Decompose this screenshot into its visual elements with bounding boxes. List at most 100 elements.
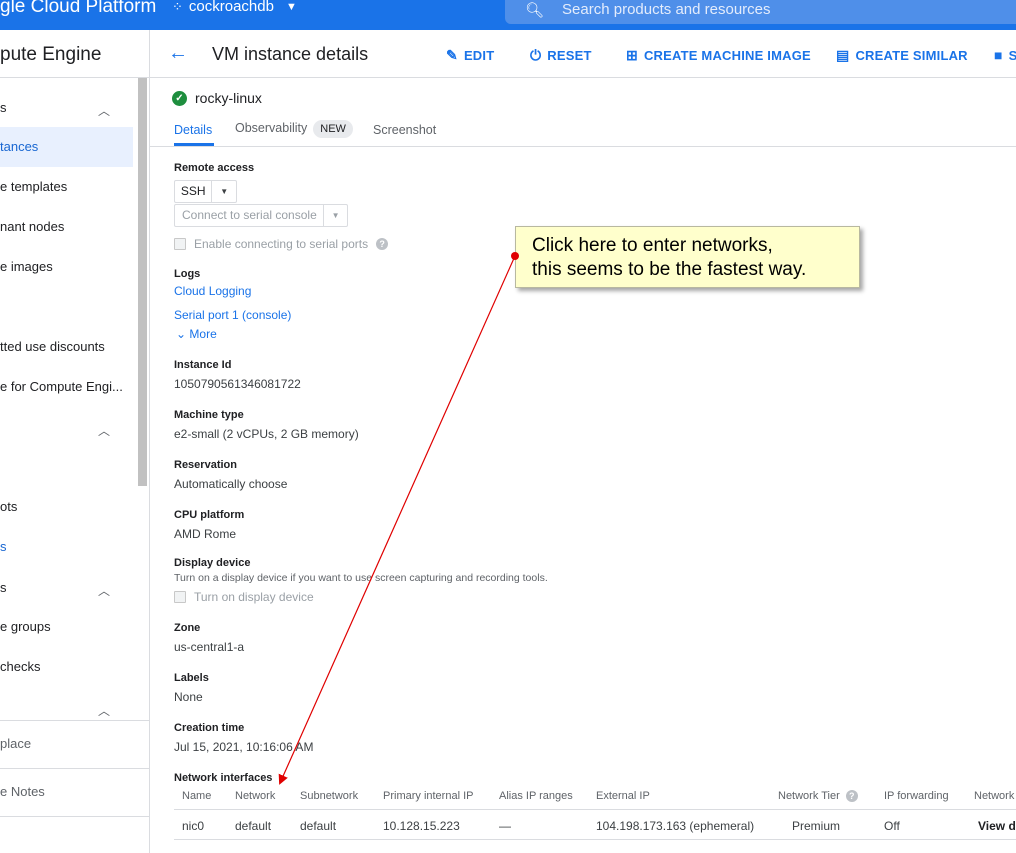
annotation-line-2: this seems to be the fastest way. [532,259,807,280]
divider [0,768,149,769]
checkbox[interactable] [174,238,186,250]
divider [0,816,149,817]
col-subnetwork: Subnetwork [300,790,359,802]
brand-title[interactable]: gle Cloud Platform [0,0,156,18]
more-toggle[interactable]: ⌄ More [176,327,217,341]
remote-access-label: Remote access [174,162,255,174]
sidebar-item-instance-templates[interactable]: e templates [0,167,133,207]
sidebar-section-vms[interactable]: s [0,88,133,128]
help-icon[interactable]: ? [845,790,858,802]
action-bar: ← VM instance details ✎ EDIT ⏻ RESET ⊞ CREA… [150,30,1016,78]
instance-id-label: Instance Id [174,359,232,371]
ssh-button[interactable]: SSH ▼ [174,180,237,203]
cell-network-tier: Premium [792,819,841,833]
sidebar-scrollbar[interactable] [138,78,147,486]
checkbox[interactable] [174,591,186,603]
tab-indicator [174,143,214,146]
sidebar-item-migrate[interactable]: e for Compute Engi... [0,367,133,407]
power-icon: ⏻ [530,47,542,63]
main-content: ✓ rocky-linux Details Observability NEW S… [150,78,1016,853]
labels-value: None [174,690,203,704]
create-machine-image-button[interactable]: ⊞ CREATE MACHINE IMAGE [626,47,811,64]
zone-value: us-central1-a [174,640,245,654]
sidebar-item-release-notes[interactable]: e Notes [0,772,133,812]
serial-console-button[interactable]: Connect to serial console ▼ [174,204,348,227]
reset-button[interactable]: ⏻ RESET [530,47,592,64]
sidebar-item-committed-use-discounts[interactable]: tted use discounts [0,327,133,367]
sidebar-item-marketplace[interactable]: place [0,724,133,764]
sidebar-item-machine-images[interactable]: e images [0,247,133,287]
cell-network: default [235,819,272,833]
network-table-header: Name Network Subnetwork Primary internal… [174,782,1016,810]
stop-button[interactable]: ■ S [994,47,1016,63]
col-primary-ip: Primary internal IP [383,790,474,802]
search-input[interactable]: 🔍︎ Search products and resources [505,0,1016,24]
sidebar: pute Engine s ︿ tances e templates nant … [0,30,150,853]
view-details-link[interactable]: View de [978,819,1016,833]
search-icon: 🔍︎ [525,2,545,19]
project-name: cockroachdb [188,0,274,15]
col-network-tier: Network Tier? [778,790,858,802]
caret-down-icon[interactable]: ▼ [212,181,236,202]
serial-console-label[interactable]: Connect to serial console [175,205,325,226]
sidebar-title: pute Engine [0,44,102,65]
chevron-down-icon: ▼ [285,0,297,13]
edit-button[interactable]: ✎ EDIT [446,47,494,64]
caret-down-icon[interactable]: ▼ [324,205,347,226]
col-alias-ip: Alias IP ranges [499,790,573,802]
col-ip-forwarding: IP forwarding [884,790,949,802]
cell-ip-forwarding: Off [884,819,900,833]
col-external-ip: External IP [596,790,650,802]
annotation-callout: Click here to enter networks, this seems… [515,226,860,288]
display-device-label: Display device [174,557,251,569]
cell-alias-ip: — [499,819,511,833]
new-badge: NEW [313,120,353,138]
add-box-icon: ⊞ [626,47,638,63]
project-selector[interactable]: ⁘ cockroachdb ▼ [172,0,297,15]
annotation-line-1: Click here to enter networks, [532,235,773,256]
expand-icon: ⌄ [176,327,187,341]
sidebar-item-vm-instances[interactable]: tances [0,127,133,167]
display-device-hint: Turn on a display device if you want to … [174,572,548,584]
top-bar: gle Cloud Platform ⁘ cockroachdb ▼ 🔍︎ Se… [0,0,1016,30]
labels-label: Labels [174,672,209,684]
sidebar-item-health-checks[interactable]: checks [0,647,133,687]
help-icon[interactable]: ? [376,238,389,250]
divider [0,77,149,78]
sidebar-section-instance-groups[interactable]: s [0,568,133,608]
cell-subnetwork: default [300,819,337,833]
create-similar-button[interactable]: ▤ CREATE SIMILAR [836,47,968,64]
chevron-up-icon[interactable]: ︿ [98,702,110,719]
tab-observability[interactable]: Observability NEW [235,120,353,138]
sidebar-item-sole-tenant-nodes[interactable]: nant nodes [0,207,133,247]
chevron-up-icon[interactable]: ︿ [98,102,110,119]
serial-port-link[interactable]: Serial port 1 (console) [174,308,291,322]
creation-time-value: Jul 15, 2021, 10:16:06 AM [174,740,314,754]
sidebar-item-images[interactable]: s [0,527,133,567]
tab-details[interactable]: Details [174,123,212,137]
cloud-logging-link[interactable]: Cloud Logging [174,284,251,298]
copy-icon: ▤ [836,47,850,63]
chevron-up-icon[interactable]: ︿ [98,582,110,599]
divider [0,720,149,721]
enable-serial-label: Enable connecting to serial ports [194,237,369,251]
sidebar-item-snapshots[interactable]: ots [0,487,133,527]
enable-serial-checkbox[interactable]: Enable connecting to serial ports ? [174,237,389,251]
cell-external-ip: 104.198.173.163 (ephemeral) [596,819,755,833]
check-circle-icon: ✓ [172,90,187,106]
cpu-platform-label: CPU platform [174,509,245,521]
pencil-icon: ✎ [446,47,458,63]
display-device-checkbox[interactable]: Turn on display device [174,590,314,604]
logs-label: Logs [174,268,201,280]
creation-time-label: Creation time [174,722,245,734]
page-title: VM instance details [212,44,369,64]
sidebar-item-instance-groups[interactable]: e groups [0,607,133,647]
instance-header: ✓ rocky-linux [172,90,262,106]
search-placeholder: Search products and resources [562,1,771,18]
ssh-label[interactable]: SSH [175,181,213,202]
chevron-up-icon[interactable]: ︿ [98,422,110,439]
tab-screenshot[interactable]: Screenshot [373,123,436,137]
machine-type-value: e2-small (2 vCPUs, 2 GB memory) [174,427,359,441]
back-arrow-icon[interactable]: ← [168,42,188,65]
stop-icon: ■ [994,47,1003,63]
